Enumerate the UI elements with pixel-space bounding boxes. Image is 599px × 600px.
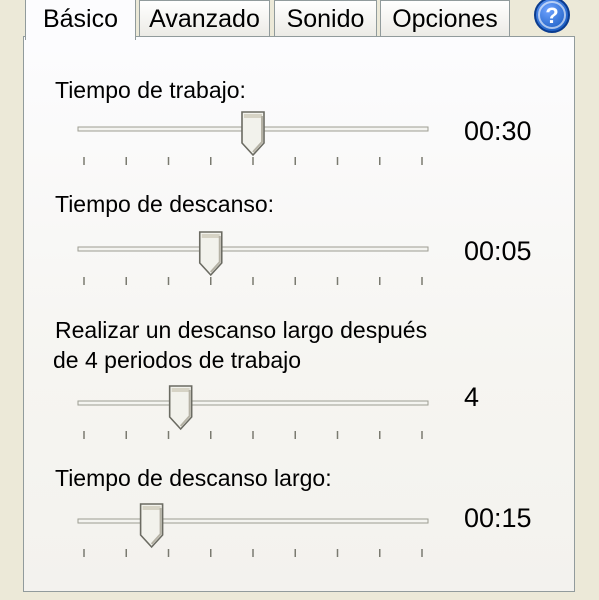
long-break-interval-slider[interactable] <box>72 383 434 453</box>
tab-basico[interactable]: Básico <box>25 0 136 40</box>
work-time-label: Tiempo de trabajo: <box>55 77 246 103</box>
slider-thumb[interactable] <box>198 231 223 277</box>
slider-graphic <box>77 503 429 557</box>
long-break-interval-value: 4 <box>464 382 480 412</box>
slider-track[interactable] <box>77 246 429 252</box>
long-break-interval-label-line1: Realizar un descanso largo después <box>55 317 428 343</box>
tab-avanzado[interactable]: Avanzado <box>139 0 270 36</box>
slider-thumb[interactable] <box>241 111 265 157</box>
tab-sonido[interactable]: Sonido <box>274 0 377 36</box>
long-break-time-label: Tiempo de descanso largo: <box>55 465 332 491</box>
long-break-interval-label-line2: de 4 periodos de trabajo <box>53 347 302 373</box>
tab-opciones[interactable]: Opciones <box>380 0 510 36</box>
long-break-time-slider[interactable] <box>72 501 434 571</box>
slider-graphic <box>77 231 429 285</box>
slider-graphic <box>77 111 429 165</box>
long-break-time-value: 00:15 <box>464 503 532 533</box>
help-icon: ? <box>534 0 570 33</box>
slider-graphic <box>77 385 429 439</box>
break-time-value: 00:05 <box>464 236 532 266</box>
slider-track[interactable] <box>77 518 429 524</box>
help-button[interactable]: ? <box>533 0 571 34</box>
tab-page-basico: Tiempo de trabajo: 00:30 Tiempo de desca… <box>23 36 575 592</box>
svg-text:?: ? <box>545 3 558 28</box>
slider-track[interactable] <box>77 400 429 406</box>
break-time-label: Tiempo de descanso: <box>55 191 275 217</box>
work-time-slider[interactable] <box>72 109 434 179</box>
break-time-slider[interactable] <box>72 229 434 299</box>
work-time-value: 00:30 <box>464 116 532 146</box>
slider-thumb[interactable] <box>139 503 164 549</box>
slider-thumb[interactable] <box>168 385 193 431</box>
